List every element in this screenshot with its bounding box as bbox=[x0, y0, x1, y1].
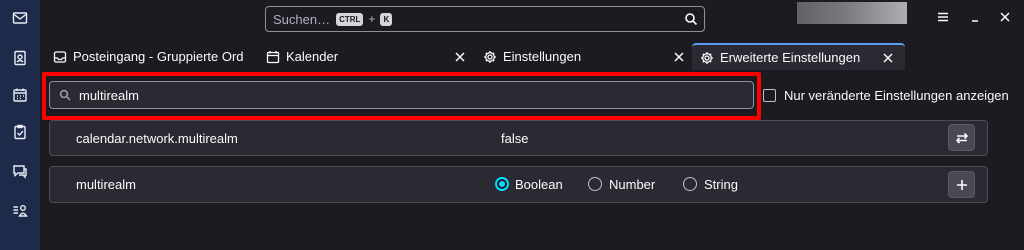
inbox-icon bbox=[53, 50, 67, 64]
shortcut-plus: + bbox=[368, 12, 376, 26]
accounts-icon[interactable] bbox=[10, 200, 30, 220]
shortcut-key-ctrl: CTRL bbox=[336, 12, 364, 26]
type-radio-number[interactable] bbox=[588, 177, 602, 191]
new-pref-name: multirealm bbox=[76, 177, 136, 192]
spaces-toolbar bbox=[0, 0, 40, 250]
gear-icon bbox=[483, 50, 497, 64]
gear-icon bbox=[700, 51, 714, 65]
type-label-boolean[interactable]: Boolean bbox=[515, 177, 563, 192]
blurred-avatar-area bbox=[797, 2, 907, 24]
add-icon bbox=[956, 179, 967, 190]
add-button[interactable] bbox=[948, 171, 975, 198]
minimize-icon[interactable] bbox=[968, 10, 982, 24]
calendar-icon bbox=[266, 50, 280, 64]
search-icon[interactable] bbox=[684, 12, 698, 26]
tab-label: Posteingang - Gruppierte Ord bbox=[73, 49, 244, 64]
tasks-icon[interactable] bbox=[10, 122, 30, 142]
highlight-box bbox=[42, 72, 761, 120]
mail-icon[interactable] bbox=[10, 8, 30, 28]
tab-advanced-settings[interactable]: Erweiterte Einstellungen bbox=[692, 43, 905, 70]
new-pref-row: multirealm Boolean Number String bbox=[49, 166, 988, 203]
calendar-icon[interactable] bbox=[10, 85, 30, 105]
close-tab-icon[interactable] bbox=[454, 51, 466, 63]
close-tab-icon[interactable] bbox=[882, 52, 894, 64]
global-search-input[interactable]: Suchen… CTRL + K bbox=[265, 6, 705, 32]
type-radio-string[interactable] bbox=[683, 177, 697, 191]
search-placeholder: Suchen… bbox=[273, 11, 331, 27]
address-book-icon[interactable] bbox=[10, 48, 30, 68]
tab-calendar[interactable]: Kalender bbox=[266, 43, 476, 70]
type-label-string[interactable]: String bbox=[704, 177, 738, 192]
pref-row: calendar.network.multirealm false bbox=[49, 120, 988, 156]
toggle-icon bbox=[955, 132, 968, 144]
modified-only-label[interactable]: Nur veränderte Einstellungen anzeigen bbox=[784, 88, 1009, 103]
modified-only-checkbox[interactable] bbox=[763, 89, 776, 102]
close-window-icon[interactable] bbox=[998, 10, 1012, 24]
pref-name: calendar.network.multirealm bbox=[76, 131, 238, 146]
toggle-button[interactable] bbox=[948, 124, 975, 151]
tab-label: Einstellungen bbox=[503, 49, 582, 64]
type-label-number[interactable]: Number bbox=[609, 177, 655, 192]
pref-value: false bbox=[501, 131, 529, 146]
chat-icon[interactable] bbox=[10, 161, 30, 181]
type-radio-boolean[interactable] bbox=[495, 177, 509, 191]
tab-inbox[interactable]: Posteingang - Gruppierte Ord bbox=[49, 43, 259, 70]
tab-label: Kalender bbox=[286, 49, 339, 64]
tab-settings[interactable]: Einstellungen bbox=[483, 43, 693, 70]
tab-strip: Posteingang - Gruppierte Ord Kalender Ei… bbox=[40, 40, 1024, 70]
shortcut-key-k: K bbox=[380, 12, 393, 26]
tab-label: Erweiterte Einstellungen bbox=[720, 50, 861, 65]
close-tab-icon[interactable] bbox=[673, 51, 685, 63]
menu-icon[interactable] bbox=[936, 10, 950, 24]
